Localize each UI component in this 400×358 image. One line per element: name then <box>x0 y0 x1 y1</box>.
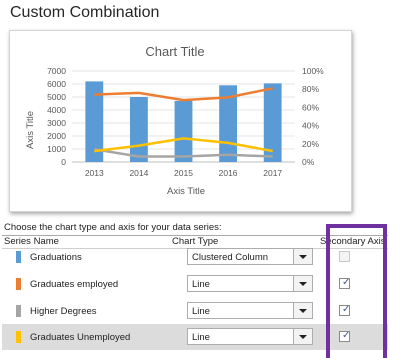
dropdown-arrow-icon[interactable] <box>293 303 312 318</box>
dropdown-arrow-icon[interactable] <box>293 249 312 264</box>
chart-title: Chart Title <box>145 44 204 59</box>
series-name: Higher Degrees <box>30 306 97 317</box>
y-axis-title: Axis Title <box>25 111 36 149</box>
secondary-axis-highlight <box>326 224 387 358</box>
dropdown-arrow-icon[interactable] <box>293 276 312 291</box>
x-tick-label: 2015 <box>174 168 193 178</box>
y2-tick-label: 40% <box>302 121 319 131</box>
chart-type-value: Line <box>192 332 210 343</box>
dropdown-arrow-icon[interactable] <box>293 329 312 344</box>
y-tick-label: 7000 <box>47 66 66 76</box>
x-tick-label: 2016 <box>219 168 238 178</box>
series-color-swatch <box>16 278 21 290</box>
y-tick-label: 6000 <box>47 79 66 89</box>
y2-tick-label: 100% <box>302 66 324 76</box>
y-tick-label: 4000 <box>47 105 66 115</box>
y-tick-label: 3000 <box>47 118 66 128</box>
x-axis-title: Axis Title <box>167 186 205 197</box>
x-tick-label: 2013 <box>85 168 104 178</box>
dialog-title: Custom Combination <box>10 4 160 21</box>
chart-type-dropdown[interactable]: Line <box>187 275 313 292</box>
y2-tick-label: 80% <box>302 84 319 94</box>
chart-type-dropdown[interactable]: Line <box>187 328 313 345</box>
combo-chart: Chart Title 0 1000 2000 3000 4000 5000 6000 700… <box>25 44 324 197</box>
bar-graduations <box>174 100 193 162</box>
chart-type-dropdown[interactable]: Line <box>187 302 313 319</box>
chart-type-value: Line <box>192 279 210 290</box>
series-color-swatch <box>16 331 21 343</box>
series-name: Graduations <box>30 252 82 263</box>
chart-preview: Chart Title 0 1000 2000 3000 4000 5000 6000 700… <box>9 30 352 212</box>
series-color-swatch <box>16 251 21 263</box>
y-tick-label: 5000 <box>47 92 66 102</box>
y2-tick-label: 20% <box>302 139 319 149</box>
x-tick-label: 2017 <box>263 168 282 178</box>
chart-type-dropdown[interactable]: Clustered Column <box>187 248 313 265</box>
line-graduates-employed <box>94 87 273 102</box>
x-tick-label: 2014 <box>129 168 148 178</box>
chart-type-value: Clustered Column <box>192 252 269 263</box>
series-name: Graduates employed <box>30 279 119 290</box>
instructions-label: Choose the chart type and axis for your … <box>4 222 222 233</box>
y-tick-label: 2000 <box>47 131 66 141</box>
series-color-swatch <box>16 305 21 317</box>
y2-tick-label: 60% <box>302 102 319 112</box>
y2-tick-label: 0% <box>302 157 315 167</box>
y-tick-label: 0 <box>61 157 66 167</box>
y-tick-label: 1000 <box>47 144 66 154</box>
chart-type-value: Line <box>192 306 210 317</box>
series-name: Graduates Unemployed <box>30 332 131 343</box>
bar-graduations <box>129 97 148 162</box>
